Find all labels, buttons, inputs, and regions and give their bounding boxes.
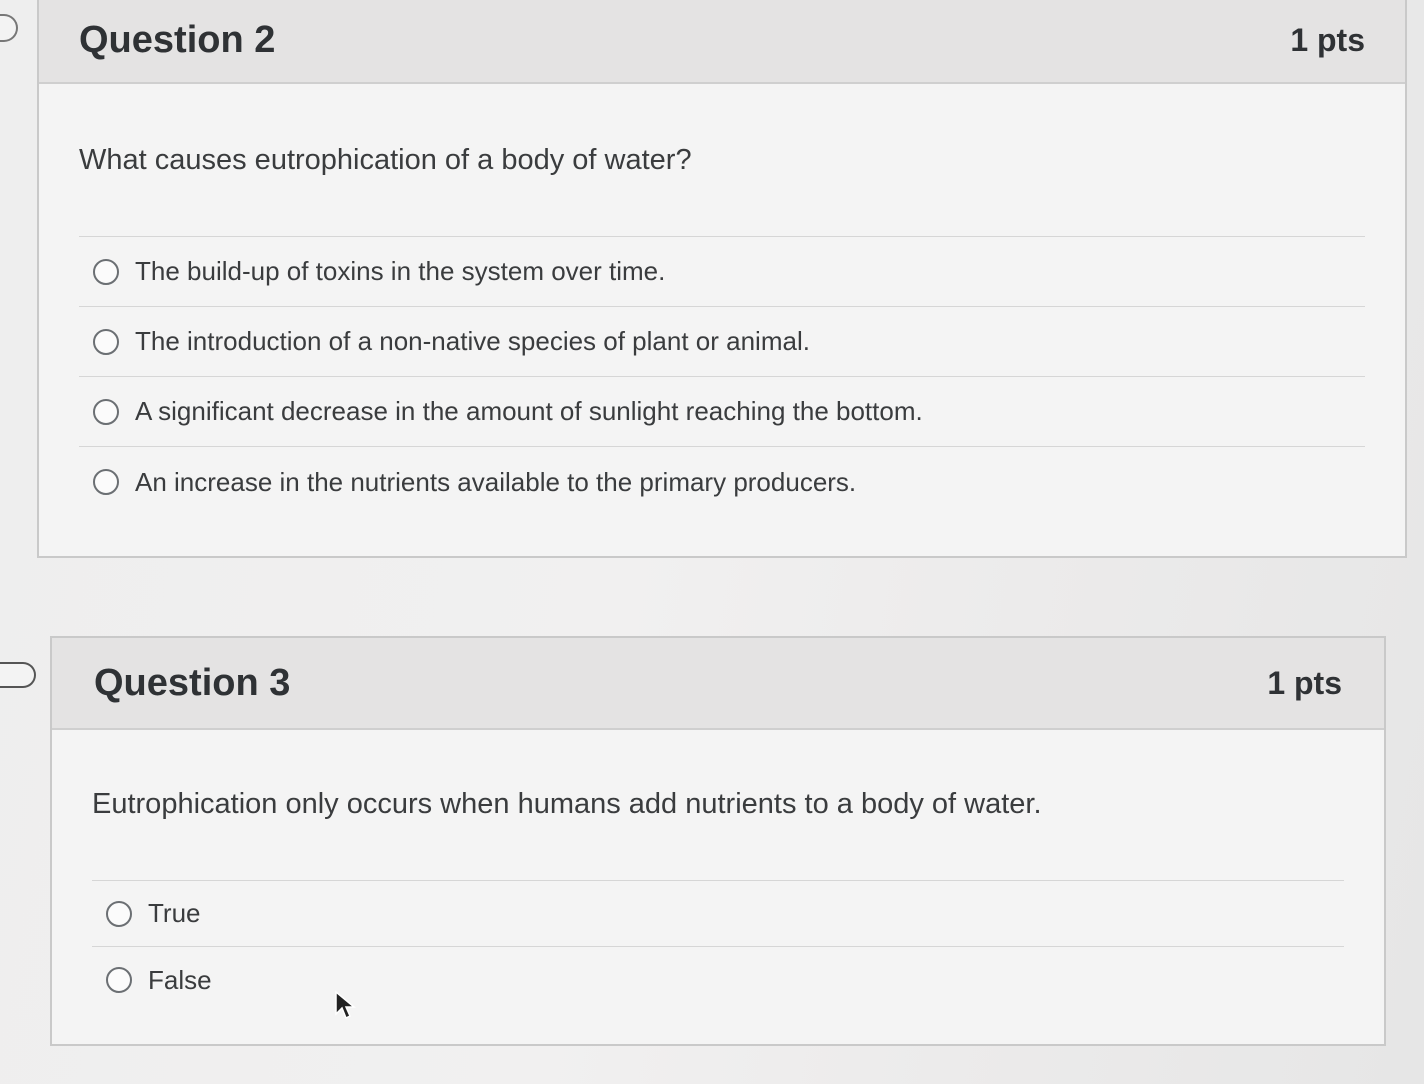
question-header: Question 3 1 pts [52,638,1384,730]
answer-option[interactable]: The introduction of a non-native species… [79,307,1365,377]
radio-button-icon[interactable] [93,328,119,355]
answer-label[interactable]: True [148,898,201,929]
radio-button-icon[interactable] [106,967,132,993]
flag-question-icon[interactable] [0,14,18,42]
question-points: 1 pts [1267,664,1342,701]
question-text: Eutrophication only occurs when humans a… [92,788,1042,820]
question-body: What causes eutrophication of a body of … [39,84,1405,517]
radio-button-icon[interactable] [93,469,119,495]
flag-question-icon[interactable] [0,662,36,688]
answer-label[interactable]: The build-up of toxins in the system ove… [135,256,665,287]
question-card: Question 2 1 pts What causes eutrophicat… [37,0,1407,558]
answer-list: True False [92,880,1344,1013]
answer-label[interactable]: False [148,965,212,996]
answer-list: The build-up of toxins in the system ove… [79,236,1365,517]
answer-option[interactable]: An increase in the nutrients available t… [79,447,1365,517]
question-header: Question 2 1 pts [39,0,1405,84]
question-body: Eutrophication only occurs when humans a… [52,730,1384,1013]
quiz-page: Question 2 1 pts What causes eutrophicat… [0,0,1424,1084]
answer-option[interactable]: False [92,947,1344,1013]
question-title: Question 2 [79,18,276,61]
radio-button-icon[interactable] [106,900,132,927]
question-title: Question 3 [94,661,291,704]
question-text: What causes eutrophication of a body of … [79,144,692,176]
answer-label[interactable]: A significant decrease in the amount of … [135,396,923,427]
mouse-pointer-icon [335,990,356,1020]
answer-label[interactable]: The introduction of a non-native species… [135,326,810,357]
question-points: 1 pts [1290,21,1365,58]
radio-button-icon[interactable] [93,398,119,425]
answer-label[interactable]: An increase in the nutrients available t… [135,467,856,498]
answer-option[interactable]: True [92,881,1344,947]
answer-option[interactable]: A significant decrease in the amount of … [79,377,1365,447]
question-card: Question 3 1 pts Eutrophication only occ… [50,636,1386,1046]
answer-option[interactable]: The build-up of toxins in the system ove… [79,237,1365,307]
radio-button-icon[interactable] [93,258,119,285]
